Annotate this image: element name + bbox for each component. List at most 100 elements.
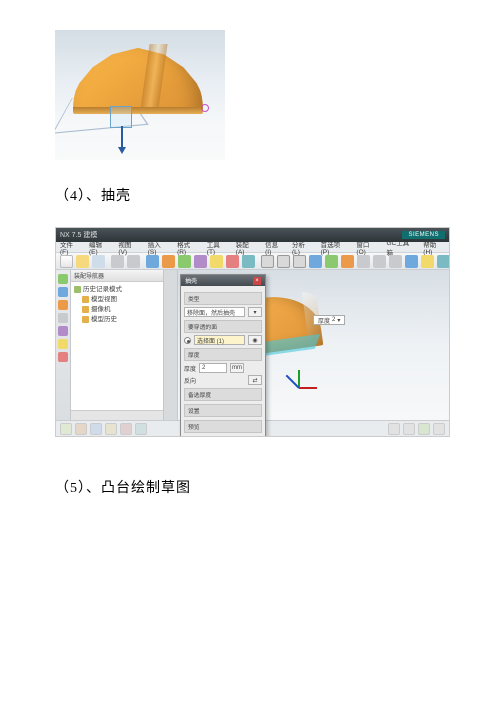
datum-icon[interactable] <box>261 255 274 268</box>
section-settings[interactable]: 设置 <box>184 404 262 417</box>
status-tool-icon[interactable] <box>418 423 430 435</box>
status-tool-icon[interactable] <box>433 423 445 435</box>
part-tab-icon[interactable] <box>58 287 68 297</box>
select-face-radio[interactable] <box>184 337 191 344</box>
menu-item[interactable]: 帮助(H) <box>423 239 445 256</box>
snap-icon[interactable] <box>60 423 72 435</box>
sketch-icon[interactable] <box>146 255 159 268</box>
shell-dialog[interactable]: 抽壳 × 类型 移除面，然后抽壳 ▾ 要穿透的面 选择面 (1) ◉ 厚度 厚度… <box>180 274 266 437</box>
hd3d-tab-icon[interactable] <box>58 339 68 349</box>
figure-small-render <box>55 30 225 160</box>
chamfer-icon[interactable] <box>293 255 306 268</box>
tree-row[interactable]: 模型历史 <box>74 315 160 325</box>
revolve-icon[interactable] <box>178 255 191 268</box>
thickness-label: 厚度 <box>184 364 196 373</box>
magenta-point <box>201 104 209 112</box>
node-icon <box>82 316 89 323</box>
menu-item[interactable]: 插入(S) <box>148 239 169 256</box>
save-icon[interactable] <box>92 255 105 268</box>
thickness-callout[interactable]: 厚度 2 ▾ <box>313 315 345 325</box>
fit-icon[interactable] <box>120 423 132 435</box>
menu-item[interactable]: 格式(R) <box>177 239 199 256</box>
callout-value: 2 <box>332 317 335 323</box>
tree-row[interactable]: 历史记录模式 <box>74 285 160 295</box>
dialog-titlebar[interactable]: 抽壳 × <box>181 275 265 286</box>
filter-icon[interactable] <box>75 423 87 435</box>
shell-icon[interactable] <box>242 255 255 268</box>
render-icon[interactable] <box>105 423 117 435</box>
resource-bar[interactable] <box>56 270 71 420</box>
menu-item[interactable]: 窗口(O) <box>356 239 378 256</box>
new-icon[interactable] <box>60 255 73 268</box>
menu-item[interactable]: 工具(T) <box>207 239 228 256</box>
node-icon <box>82 306 89 313</box>
undo-icon[interactable] <box>111 255 124 268</box>
section-other[interactable]: 备选厚度 <box>184 388 262 401</box>
menu-item[interactable]: 信息(I) <box>265 239 284 256</box>
navigator-footer <box>71 410 163 420</box>
menu-bar[interactable]: 文件(F) 编辑(E) 视图(V) 插入(S) 格式(R) 工具(T) 装配(A… <box>56 242 449 253</box>
wcs-icon[interactable] <box>90 423 102 435</box>
section-preview[interactable]: 预览 <box>184 420 262 433</box>
toolbar-row-1 <box>56 253 449 270</box>
folder-icon <box>74 286 81 293</box>
axis-arrow <box>121 126 123 148</box>
caption-step5: （5）、凸台绘制草图 <box>55 477 450 497</box>
x-axis-icon <box>299 387 317 389</box>
navigator-tree[interactable]: 历史记录模式 模型视图 摄像机 模型历史 <box>71 282 163 410</box>
nav-tab-icon[interactable] <box>58 274 68 284</box>
pattern-icon[interactable] <box>210 255 223 268</box>
dome-edge <box>73 107 203 114</box>
hole-icon[interactable] <box>194 255 207 268</box>
tree-row[interactable]: 模型视图 <box>74 295 160 305</box>
unite-icon[interactable] <box>226 255 239 268</box>
section-type[interactable]: 类型 <box>184 292 262 305</box>
datum-csys <box>110 106 132 128</box>
draft-icon[interactable] <box>325 255 338 268</box>
zoom-icon[interactable] <box>135 423 147 435</box>
reuse-tab-icon[interactable] <box>58 300 68 310</box>
navigator-panel: 装配导航器 历史记录模式 模型视图 摄像机 模型历史 <box>71 270 164 420</box>
open-icon[interactable] <box>76 255 89 268</box>
navigator-header: 装配导航器 <box>71 270 163 282</box>
menu-item[interactable]: 视图(V) <box>118 239 139 256</box>
section-face[interactable]: 要穿透的面 <box>184 320 262 333</box>
trim-icon[interactable] <box>309 255 322 268</box>
edge-blend-icon[interactable] <box>277 255 290 268</box>
close-icon[interactable]: × <box>253 277 261 285</box>
reverse-label: 反向 <box>184 376 196 385</box>
menu-item[interactable]: 分析(L) <box>292 239 313 256</box>
redo-icon[interactable] <box>127 255 140 268</box>
face-selection-field[interactable]: 选择面 (1) <box>194 335 245 345</box>
chevron-down-icon[interactable]: ▾ <box>337 317 340 324</box>
status-tool-icon[interactable] <box>403 423 415 435</box>
section-thickness[interactable]: 厚度 <box>184 348 262 361</box>
menu-item[interactable]: 首选项(P) <box>321 239 349 256</box>
cad-screenshot: NX 7.5 建模 SIEMENS 文件(F) 编辑(E) 视图(V) 插入(S… <box>55 227 450 437</box>
more2-icon[interactable] <box>373 255 386 268</box>
thickness-input[interactable]: 2 <box>199 363 227 373</box>
tree-row[interactable]: 摄像机 <box>74 305 160 315</box>
status-tool-icon[interactable] <box>388 423 400 435</box>
node-icon <box>82 296 89 303</box>
face-select-icon[interactable]: ◉ <box>248 335 262 345</box>
more3-icon[interactable] <box>389 255 402 268</box>
view-icon[interactable] <box>405 255 418 268</box>
layer-icon[interactable] <box>421 255 434 268</box>
mirror-icon[interactable] <box>341 255 354 268</box>
ie-tab-icon[interactable] <box>58 352 68 362</box>
dialog-title: 抽壳 <box>185 276 197 285</box>
chevron-down-icon[interactable]: ▾ <box>248 307 262 317</box>
extrude-icon[interactable] <box>162 255 175 268</box>
roles-tab-icon[interactable] <box>58 326 68 336</box>
dependency-bar[interactable] <box>164 270 178 420</box>
unit-dropdown[interactable]: mm <box>230 363 244 373</box>
measure-icon[interactable] <box>437 255 449 268</box>
more-icon[interactable] <box>357 255 370 268</box>
menu-item[interactable]: 文件(F) <box>60 239 81 256</box>
menu-item[interactable]: 装配(A) <box>236 239 257 256</box>
reverse-direction-icon[interactable]: ⇄ <box>248 375 262 385</box>
menu-item[interactable]: 编辑(E) <box>89 239 110 256</box>
type-dropdown[interactable]: 移除面，然后抽壳 <box>184 307 245 317</box>
history-tab-icon[interactable] <box>58 313 68 323</box>
